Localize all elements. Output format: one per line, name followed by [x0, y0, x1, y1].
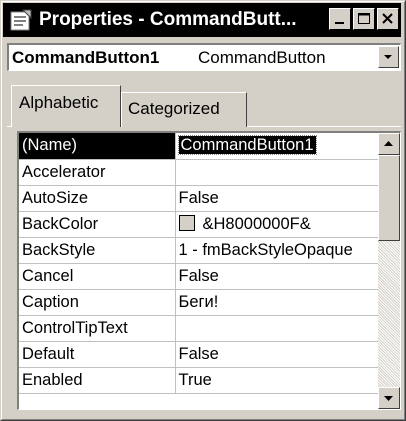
property-name[interactable]: Caption	[19, 289, 176, 316]
property-name[interactable]: Cancel	[19, 263, 176, 290]
property-row[interactable]: (Name) CommandButton1	[19, 133, 379, 160]
property-name[interactable]: Default	[19, 341, 176, 368]
tab-alphabetic[interactable]: Alphabetic	[11, 85, 121, 127]
property-value[interactable]: False	[175, 341, 379, 368]
property-name[interactable]: Enabled	[19, 367, 176, 394]
property-row[interactable]: Caption Беги!	[19, 289, 379, 316]
property-value[interactable]: CommandButton1	[175, 133, 379, 160]
window-title: Properties - CommandButt...	[39, 9, 297, 30]
title-bar[interactable]: Properties - CommandButt...	[3, 3, 401, 37]
property-value[interactable]: 1 - fmBackStyleOpaque	[175, 237, 379, 264]
object-type: CommandButton	[198, 48, 326, 67]
property-value[interactable]: False	[175, 185, 379, 212]
vertical-scrollbar[interactable]	[378, 133, 400, 409]
chevron-down-icon	[384, 55, 392, 59]
arrow-down-icon	[384, 396, 393, 401]
property-value[interactable]: &H8000000F&	[175, 211, 379, 238]
property-row[interactable]: BackColor &H8000000F&	[19, 211, 379, 238]
close-button[interactable]	[377, 8, 399, 30]
property-name[interactable]: Accelerator	[19, 159, 176, 186]
property-table: (Name) CommandButton1 Accelerator AutoSize F…	[19, 133, 379, 394]
property-name[interactable]: AutoSize	[19, 185, 176, 212]
property-name[interactable]: (Name)	[19, 133, 176, 160]
maximize-button[interactable]	[353, 8, 375, 30]
scroll-down-button[interactable]	[378, 387, 400, 409]
property-row[interactable]: Default False	[19, 341, 379, 368]
scroll-up-button[interactable]	[378, 133, 400, 155]
minimize-button[interactable]	[329, 8, 351, 30]
object-selector[interactable]: CommandButton1 CommandButton	[7, 43, 401, 71]
property-row[interactable]: Accelerator	[19, 159, 379, 186]
property-value[interactable]: False	[175, 263, 379, 290]
property-value[interactable]: Беги!	[175, 289, 379, 316]
property-row[interactable]: Enabled True	[19, 367, 379, 394]
property-value-text: 1 - fmBackStyleOpaque	[178, 240, 353, 259]
property-name[interactable]: BackColor	[19, 211, 176, 238]
property-value-text: False	[178, 344, 219, 363]
property-value-text: False	[178, 266, 219, 285]
object-name: CommandButton1	[12, 48, 160, 67]
property-value-text: CommandButton1	[177, 135, 317, 156]
close-icon	[382, 13, 393, 24]
tab-categorized[interactable]: Categorized	[121, 92, 247, 127]
arrow-up-icon	[384, 141, 393, 146]
property-value[interactable]: True	[175, 367, 379, 394]
property-name[interactable]: ControlTipText	[19, 315, 176, 342]
property-value-text: True	[178, 370, 212, 389]
property-row[interactable]: AutoSize False	[19, 185, 379, 212]
property-row[interactable]: ControlTipText	[19, 315, 379, 342]
property-name[interactable]: BackStyle	[19, 237, 176, 264]
minimize-icon	[335, 22, 344, 24]
property-row[interactable]: Cancel False	[19, 263, 379, 290]
properties-window: Properties - CommandButt... CommandButto…	[0, 0, 406, 421]
property-row[interactable]: BackStyle 1 - fmBackStyleOpaque	[19, 237, 379, 264]
property-value-text: &H8000000F&	[202, 214, 311, 233]
maximize-icon	[358, 13, 370, 24]
property-value-text: Беги!	[178, 292, 219, 311]
properties-window-icon	[10, 9, 32, 31]
object-dropdown-button[interactable]	[378, 46, 399, 68]
property-value[interactable]	[175, 315, 379, 342]
scroll-thumb[interactable]	[378, 155, 400, 241]
property-value-text: False	[178, 188, 219, 207]
property-value[interactable]	[175, 159, 379, 186]
color-swatch-icon	[178, 214, 195, 231]
property-grid: (Name) CommandButton1 Accelerator AutoSize F…	[17, 131, 401, 410]
